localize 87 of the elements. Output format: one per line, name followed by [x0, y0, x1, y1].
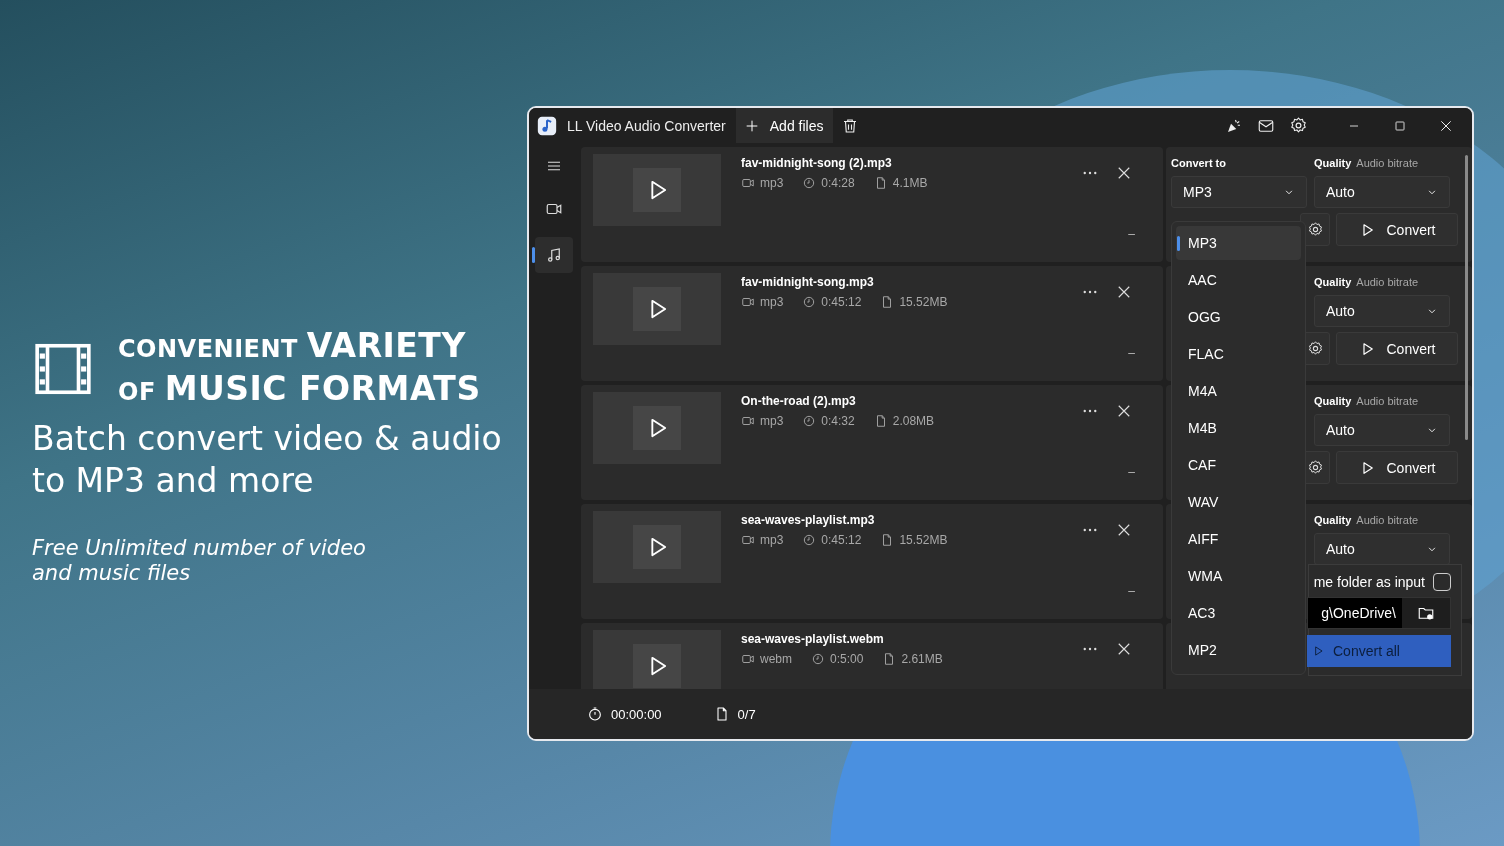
progress-status: –	[1128, 227, 1135, 241]
video-icon	[741, 652, 755, 666]
play-button[interactable]	[633, 168, 681, 212]
format-option[interactable]: CAF	[1176, 448, 1301, 482]
subtitle: Batch convert video & audio to MP3 and more	[32, 418, 503, 502]
file-format: mp3	[760, 176, 784, 190]
file-name: On-the-road (2).mp3	[741, 394, 857, 408]
quality-dropdown[interactable]: Auto	[1314, 295, 1450, 327]
scrollbar-thumb[interactable]	[1465, 155, 1468, 440]
clock-icon	[802, 295, 817, 309]
quality-hint: Audio bitrate	[1356, 514, 1419, 526]
quality-label: Quality	[1314, 157, 1352, 169]
quality-hint: Audio bitrate	[1356, 395, 1419, 407]
play-button[interactable]	[633, 525, 681, 569]
play-button[interactable]	[633, 287, 681, 331]
same-folder-label: me folder as input	[1313, 574, 1425, 590]
format-option[interactable]: AC3	[1176, 596, 1301, 630]
settings-icon	[1306, 340, 1324, 357]
elapsed-time: 00:00:00	[611, 706, 662, 722]
app-logo-icon	[537, 115, 557, 136]
file-name: sea-waves-playlist.mp3	[741, 513, 876, 527]
format-option[interactable]: AAC	[1176, 263, 1301, 297]
quality-dropdown[interactable]: Auto	[1314, 414, 1450, 446]
file-duration: 0:45:12	[821, 533, 862, 547]
clock-icon	[802, 533, 817, 547]
quality-dropdown[interactable]: Auto	[1314, 176, 1450, 208]
file-size: 2.08MB	[892, 414, 935, 428]
settings-icon	[1306, 221, 1324, 238]
format-option[interactable]: WMA	[1176, 559, 1301, 593]
file-size: 15.52MB	[899, 533, 948, 547]
video-icon	[741, 533, 755, 547]
file-name: sea-waves-playlist.webm	[741, 632, 885, 646]
file-format: mp3	[760, 295, 784, 309]
convert-button[interactable]: Convert	[1336, 451, 1458, 484]
convert-button[interactable]: Convert	[1336, 213, 1458, 246]
format-option[interactable]: MP3	[1176, 226, 1301, 260]
file-duration: 0:4:32	[821, 414, 855, 428]
format-option[interactable]: M4B	[1176, 411, 1301, 445]
video-icon	[741, 414, 755, 428]
file-format: mp3	[760, 414, 784, 428]
quality-label: Quality	[1314, 514, 1352, 526]
music-note-icon	[545, 246, 563, 264]
progress-status: –	[1128, 584, 1135, 598]
output-path-field[interactable]: g\OneDrive\	[1307, 597, 1451, 629]
convert-button[interactable]: Convert	[1336, 332, 1458, 365]
format-option[interactable]: OGG	[1176, 300, 1301, 334]
timer-icon	[587, 706, 603, 722]
file-size: 4.1MB	[892, 176, 928, 190]
video-icon	[741, 176, 755, 190]
file-duration: 0:4:28	[821, 176, 855, 190]
progress-status: –	[1128, 465, 1135, 479]
video-icon	[741, 295, 755, 309]
checkbox[interactable]	[1433, 573, 1451, 591]
tagline: Free Unlimited number of video and music files	[32, 536, 367, 586]
quality-dropdown[interactable]: Auto	[1314, 533, 1450, 565]
file-duration: 0:45:12	[821, 295, 862, 309]
settings-icon	[1306, 459, 1324, 476]
browse-folder-button[interactable]	[1402, 598, 1450, 628]
add-files-button[interactable]: Add files	[735, 108, 834, 143]
convert-to-label: Convert to	[1171, 157, 1226, 169]
format-option[interactable]: FLAC	[1176, 337, 1301, 371]
file-size: 2.61MB	[901, 652, 943, 666]
format-option[interactable]: M4A	[1176, 374, 1301, 408]
headline: CONVENIENT VARIETY OF MUSIC FORMATS	[118, 326, 482, 410]
clock-icon	[802, 414, 817, 428]
quality-hint: Audio bitrate	[1356, 157, 1419, 169]
quality-label: Quality	[1314, 395, 1352, 407]
clock-icon	[802, 176, 817, 190]
play-button[interactable]	[633, 644, 681, 688]
progress-status: –	[1128, 346, 1135, 360]
format-dropdown[interactable]: MP3	[1171, 176, 1307, 208]
play-button[interactable]	[633, 406, 681, 450]
file-format: mp3	[760, 533, 784, 547]
format-option[interactable]: MP2	[1176, 633, 1301, 667]
file-name: fav-midnight-song (2).mp3	[741, 156, 893, 170]
settings-icon[interactable]	[1289, 116, 1308, 135]
file-size: 15.52MB	[899, 295, 948, 309]
format-option[interactable]: WAV	[1176, 485, 1301, 519]
file-format: webm	[760, 652, 792, 666]
window-title: LL Video Audio Converter	[567, 117, 726, 134]
quality-hint: Audio bitrate	[1356, 276, 1419, 288]
file-name: fav-midnight-song.mp3	[741, 275, 875, 289]
file-count: 0/7	[737, 706, 756, 722]
quality-label: Quality	[1314, 276, 1352, 288]
clock-icon	[811, 652, 825, 666]
format-option[interactable]: AIFF	[1176, 522, 1301, 556]
file-duration: 0:5:00	[830, 652, 864, 666]
